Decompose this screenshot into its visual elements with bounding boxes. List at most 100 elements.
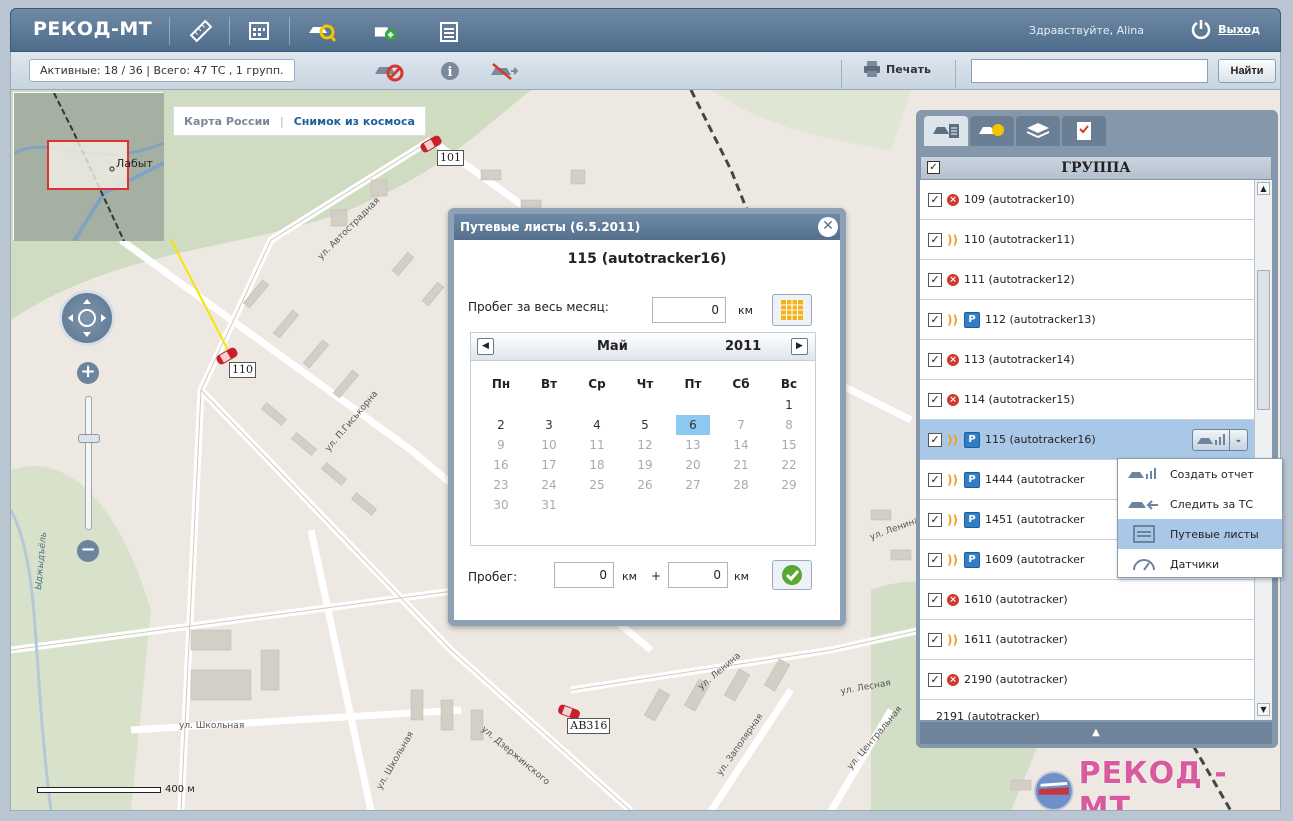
hide-vehicles-icon[interactable] xyxy=(373,60,405,82)
table-view-button[interactable] xyxy=(772,294,812,326)
report-button[interactable] xyxy=(1192,429,1230,451)
logout-control[interactable]: Выход xyxy=(1190,18,1260,40)
list-item[interactable]: ✓ × 113 (autotracker14) xyxy=(920,340,1254,380)
search-input[interactable] xyxy=(971,59,1208,83)
zoom-in-button[interactable]: + xyxy=(77,362,99,384)
calendar-day-disabled: 26 xyxy=(637,478,653,492)
menu-item-track-vehicle[interactable]: Следить за ТС xyxy=(1118,489,1282,519)
vehicle-checkbox[interactable]: ✓ xyxy=(928,392,942,407)
search-button[interactable]: Найти xyxy=(1218,59,1276,83)
tab-vehicles[interactable] xyxy=(924,116,968,146)
calendar-day-selected[interactable]: 6 xyxy=(669,415,717,435)
calendar-empty xyxy=(477,395,525,415)
tab-layers[interactable] xyxy=(1016,116,1060,146)
list-item[interactable]: ✓ × 1610 (autotracker) xyxy=(920,580,1254,620)
toolbar-separator xyxy=(289,17,290,45)
waybill-icon[interactable] xyxy=(437,19,461,43)
power-icon[interactable] xyxy=(1190,18,1212,40)
zoom-slider-track[interactable] xyxy=(85,396,92,530)
close-icon[interactable]: ✕ xyxy=(818,217,838,237)
chevron-down-icon[interactable]: ⌄ xyxy=(1230,429,1248,451)
tab-geozones[interactable] xyxy=(970,116,1014,146)
calendar-day-disabled: 10 xyxy=(541,438,557,452)
menu-item-create-report[interactable]: Создать отчет xyxy=(1118,459,1282,489)
vehicle-checkbox[interactable]: ✓ xyxy=(928,432,942,447)
panel-collapse-button[interactable]: ▲ xyxy=(920,722,1272,744)
vehicle-checkbox[interactable]: ✓ xyxy=(928,632,942,647)
plus-sign: + xyxy=(651,569,662,583)
zoom-slider-handle[interactable] xyxy=(78,434,100,443)
list-item[interactable]: ✓ × 2190 (autotracker) xyxy=(920,660,1254,700)
signal-status-icon: )) xyxy=(947,512,958,527)
scroll-thumb[interactable] xyxy=(1257,270,1270,410)
calendar-day[interactable]: 2 xyxy=(477,415,525,435)
list-item[interactable]: ✓ × 114 (autotracker15) xyxy=(920,380,1254,420)
menu-item-sensors[interactable]: Датчики xyxy=(1118,549,1282,579)
calendar-empty xyxy=(669,495,717,515)
add-vehicle-icon[interactable] xyxy=(373,19,397,43)
vehicle-checkbox[interactable]: ✓ xyxy=(928,232,942,247)
calendar-icon[interactable] xyxy=(247,19,271,43)
vehicle-marker[interactable]: 101 xyxy=(417,134,464,166)
vehicle-checkbox[interactable]: ✓ xyxy=(928,192,942,207)
calendar-day-disabled: 12 xyxy=(637,438,653,452)
list-scrollbar[interactable]: ▲ ▼ xyxy=(1254,180,1272,720)
calendar-empty xyxy=(765,495,813,515)
month-run-field[interactable]: 0 xyxy=(652,297,726,323)
vehicle-checkbox[interactable]: ✓ xyxy=(928,312,942,327)
vehicle-checkbox[interactable]: ✓ xyxy=(928,352,942,367)
calendar-day[interactable]: 4 xyxy=(573,415,621,435)
pan-control[interactable] xyxy=(59,290,115,346)
calendar-day-disabled: 25 xyxy=(589,478,605,492)
prev-month-button[interactable]: ◀ xyxy=(477,338,494,355)
no-tracking-icon[interactable] xyxy=(489,60,519,82)
tab-reports[interactable] xyxy=(1062,116,1106,146)
list-item[interactable]: 2191 (autotracker) xyxy=(920,700,1254,720)
offline-status-icon: × xyxy=(947,593,959,606)
printer-icon xyxy=(864,61,880,77)
calendar-day-disabled: 20 xyxy=(685,458,701,472)
unit-label: км xyxy=(622,570,637,583)
calendar-day-disabled: 24 xyxy=(541,478,557,492)
overview-minimap[interactable]: Лабыт xyxy=(13,92,165,243)
calendar-day[interactable]: 3 xyxy=(525,415,573,435)
confirm-button[interactable] xyxy=(772,560,812,590)
logout-link[interactable]: Выход xyxy=(1218,23,1260,36)
zoom-out-button[interactable]: − xyxy=(77,540,99,562)
list-item[interactable]: ✓ )) P 112 (autotracker13) xyxy=(920,300,1254,340)
ruler-icon[interactable] xyxy=(189,19,213,43)
list-item-selected[interactable]: ✓ )) P 115 (autotracker16) ⌄ xyxy=(920,420,1254,460)
vehicle-label: АВ316 xyxy=(567,718,611,734)
menu-item-waybills[interactable]: Путевые листы xyxy=(1118,519,1282,549)
next-month-button[interactable]: ▶ xyxy=(791,338,808,355)
top-toolbar: РЕКОД-МТ Здравствуйте, Alina Выход xyxy=(10,8,1281,52)
minimap-canvas[interactable]: Лабыт xyxy=(13,92,165,243)
calendar-day[interactable]: 1 xyxy=(765,395,813,415)
list-item[interactable]: ✓ )) 1611 (autotracker) xyxy=(920,620,1254,660)
vehicle-checkbox[interactable]: ✓ xyxy=(928,472,942,487)
run-field-start[interactable]: 0 xyxy=(554,562,614,588)
vehicle-marker[interactable]: 110 xyxy=(213,346,256,378)
calendar-day[interactable]: 5 xyxy=(621,415,669,435)
vehicle-checkbox[interactable]: ✓ xyxy=(928,592,942,607)
print-button[interactable]: Печать xyxy=(863,60,931,78)
vehicle-checkbox[interactable]: ✓ xyxy=(928,512,942,527)
list-item[interactable]: ✓ )) 110 (autotracker11) xyxy=(920,220,1254,260)
layer-satellite[interactable]: Снимок из космоса xyxy=(294,115,415,128)
list-item[interactable]: ✓ × 109 (autotracker10) xyxy=(920,180,1254,220)
vehicle-search-icon[interactable] xyxy=(307,19,337,43)
vehicle-checkbox[interactable]: ✓ xyxy=(928,272,942,287)
scroll-up-button[interactable]: ▲ xyxy=(1257,182,1270,195)
street-label: ул. Школьная xyxy=(179,721,244,731)
secondary-toolbar: Активные: 18 / 36 | Всего: 47 ТС , 1 гру… xyxy=(10,52,1281,90)
scroll-down-button[interactable]: ▼ xyxy=(1257,703,1270,716)
group-checkbox[interactable]: ✓ xyxy=(927,161,940,174)
car-report-icon xyxy=(1197,434,1225,445)
run-field-extra[interactable]: 0 xyxy=(668,562,728,588)
vehicle-checkbox[interactable]: ✓ xyxy=(928,552,942,567)
vehicle-checkbox[interactable]: ✓ xyxy=(928,672,942,687)
vehicle-marker[interactable]: АВ316 xyxy=(555,702,611,734)
list-item[interactable]: ✓ × 111 (autotracker12) xyxy=(920,260,1254,300)
info-icon[interactable]: i xyxy=(439,60,461,82)
layer-russia-map[interactable]: Карта России xyxy=(184,115,270,128)
